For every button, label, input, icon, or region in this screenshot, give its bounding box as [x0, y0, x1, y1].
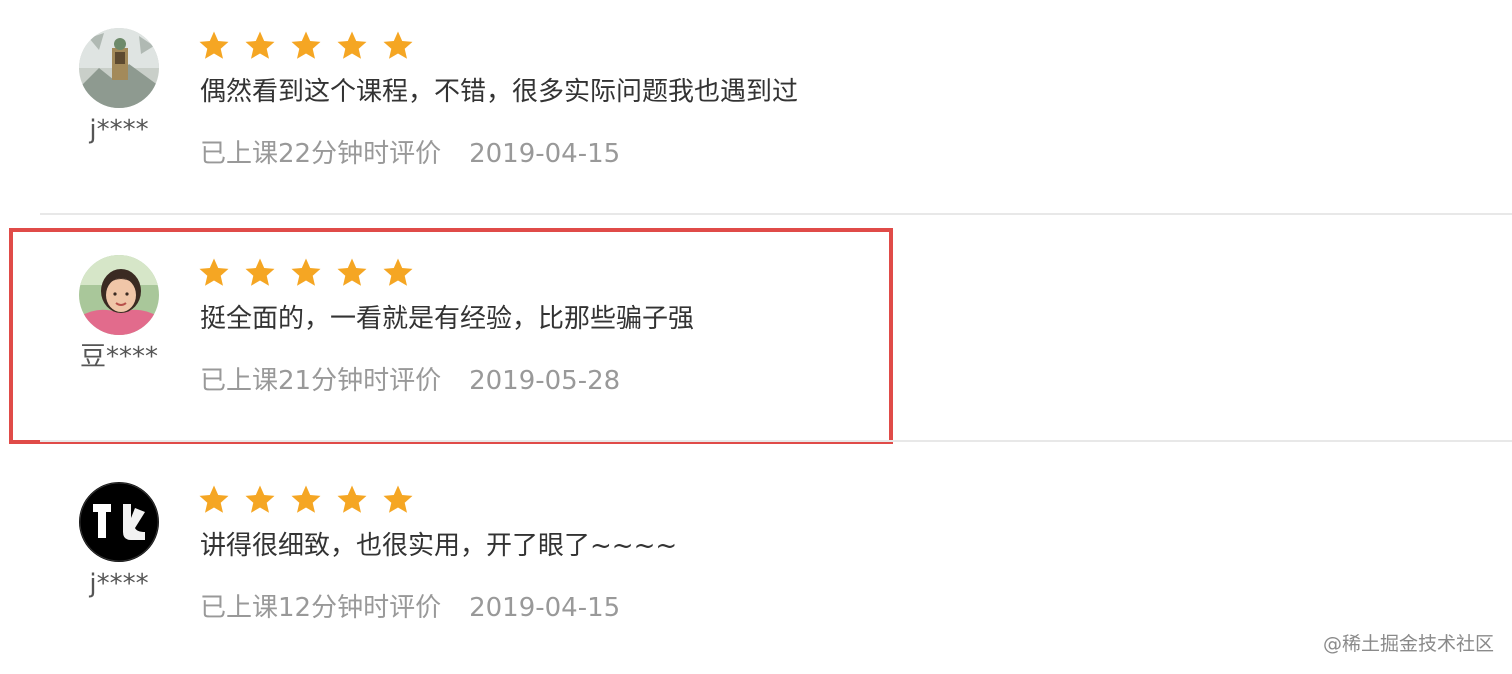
star-rating [198, 30, 414, 66]
star-icon [291, 485, 321, 513]
landscape-photo-avatar-icon [79, 28, 159, 108]
star-icon [199, 31, 229, 59]
watermark: @稀土掘金技术社区 [1322, 633, 1494, 655]
star-icon [337, 485, 367, 513]
review-meta: 已上课22分钟时评价 2019-04-15 [200, 134, 620, 174]
star-icon [383, 31, 413, 59]
divider [40, 440, 1512, 442]
review-comment: 偶然看到这个课程，不错，很多实际问题我也遇到过 [200, 77, 799, 107]
user-avatar[interactable] [79, 28, 159, 108]
star-icon [245, 485, 275, 513]
star-rating [198, 484, 414, 520]
username: j**** [89, 569, 149, 599]
study-duration: 已上课12分钟时评价 [200, 593, 442, 623]
highlight-box [9, 228, 893, 444]
reviews-page: j**** 偶然看到这个课程，不错，很多实际问题我也遇到过 已上课22分钟时评价… [0, 0, 1512, 674]
review-item: j**** 偶然看到这个课程，不错，很多实际问题我也遇到过 已上课22分钟时评价… [0, 0, 1512, 226]
star-icon [199, 485, 229, 513]
star-icon [383, 485, 413, 513]
star-icon [245, 31, 275, 59]
review-date: 2019-04-15 [469, 139, 621, 169]
black-white-logo-avatar-icon [79, 482, 159, 562]
review-meta: 已上课12分钟时评价 2019-04-15 [200, 588, 620, 628]
review-item: j**** 讲得很细致，也很实用，开了眼了~~~~ 已上课12分钟时评价 2019… [0, 454, 1512, 674]
user-avatar[interactable] [79, 482, 159, 562]
divider [40, 213, 1512, 215]
star-icon [291, 31, 321, 59]
review-comment: 讲得很细致，也很实用，开了眼了~~~~ [200, 531, 678, 561]
star-icon [337, 31, 367, 59]
study-duration: 已上课22分钟时评价 [200, 139, 442, 169]
review-date: 2019-04-15 [469, 593, 621, 623]
username: j**** [89, 115, 149, 145]
